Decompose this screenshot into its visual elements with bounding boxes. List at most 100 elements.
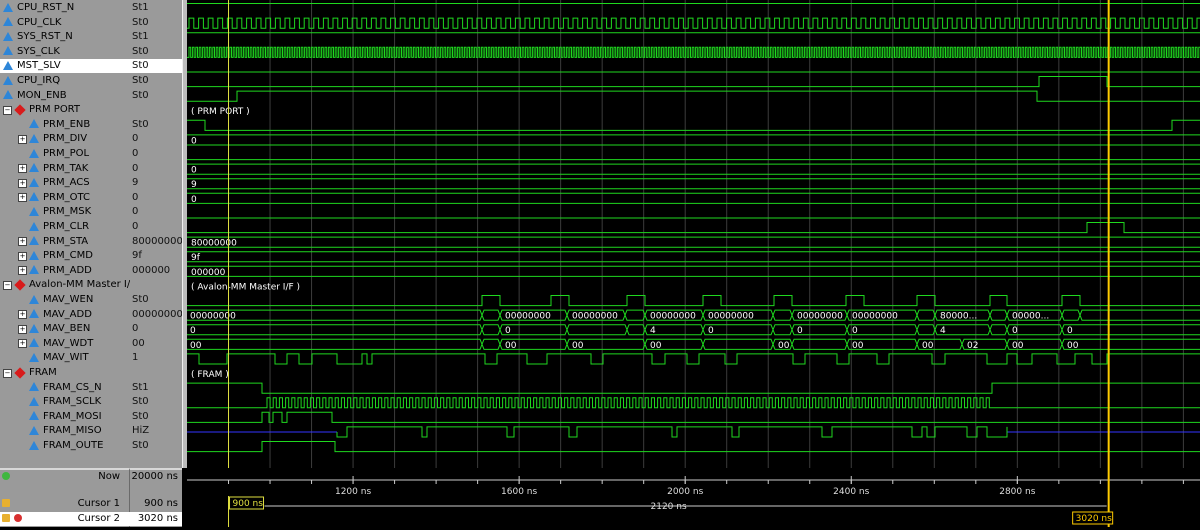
signal-row-fram-sclk[interactable]: FRAM_SCLK (0, 395, 130, 409)
signal-name: PRM_DIV (43, 133, 88, 145)
expand-icon[interactable]: + (18, 193, 27, 203)
signal-value (130, 103, 182, 117)
signal-row-mav-wdt[interactable]: + MAV_WDT (0, 337, 130, 351)
signal-row-mav-ben[interactable]: + MAV_BEN (0, 322, 130, 336)
signal-icon (29, 265, 39, 275)
wave-mav-ben-segment (626, 324, 646, 336)
signal-row-mav-wit[interactable]: MAV_WIT (0, 351, 130, 365)
signal-row-prm-tak[interactable]: + PRM_TAK (0, 162, 130, 176)
signal-row-prm-port[interactable]: − PRM PORT (0, 103, 130, 117)
add-cursor-icon[interactable] (2, 472, 10, 480)
signal-row-prm-msk[interactable]: PRM_MSK (0, 205, 130, 219)
cursor1-label: Cursor 1 (77, 498, 120, 509)
signal-name: FRAM_MOSI (43, 410, 102, 422)
timeline-tick-label: 2000 ns (667, 487, 703, 497)
signal-name: MAV_WIT (43, 352, 89, 364)
collapse-icon[interactable]: − (3, 368, 12, 378)
expand-icon[interactable]: + (18, 134, 27, 144)
wave-mav-wdt-value: 02 (967, 341, 978, 351)
signal-name: MAV_BEN (43, 323, 91, 335)
wave-mav-wdt-segment (702, 338, 774, 350)
signal-row-sys-clk[interactable]: SYS_CLK (0, 45, 130, 59)
signal-row-cpu-rst-n[interactable]: CPU_RST_N (0, 1, 130, 15)
signal-value-pane: St1 St0 St1 St0 St0 St0 St0 St0 0 0 0 9 0 0 0 80000000 9… (130, 0, 184, 468)
signal-icon (3, 31, 13, 41)
wave-prm-sta-value: 80000000 (191, 239, 237, 249)
signal-row-prm-pol[interactable]: PRM_POL (0, 147, 130, 161)
signal-row-prm-div[interactable]: + PRM_DIV (0, 132, 130, 146)
timeline-tick-label: 2800 ns (999, 487, 1035, 497)
timeline-canvas[interactable]: 1200 ns 1600 ns 2000 ns 2400 ns 2800 ns 900 n… (187, 468, 1200, 527)
signal-row-sys-rst-n[interactable]: SYS_RST_N (0, 30, 130, 44)
signal-row-prm-cmd[interactable]: + PRM_CMD (0, 249, 130, 263)
signal-icon (29, 163, 39, 173)
signal-row-mon-enb[interactable]: MON_ENB (0, 89, 130, 103)
wave-mav-wdt-value: 00 (1067, 341, 1079, 351)
collapse-icon[interactable]: − (3, 280, 12, 290)
signal-name: PRM_OTC (43, 191, 90, 203)
wave-mav-add-value: 00000000 (505, 312, 551, 322)
signal-name: FRAM_SCLK (43, 396, 102, 408)
collapse-icon[interactable]: − (3, 105, 12, 115)
expand-icon[interactable]: + (18, 339, 27, 349)
signal-row-prm-acs[interactable]: + PRM_ACS (0, 176, 130, 190)
cursor1-tag: 900 ns (233, 499, 264, 509)
signal-row-fram-oute[interactable]: FRAM_OUTE (0, 439, 130, 453)
expand-icon[interactable]: + (18, 266, 27, 276)
wave-mav-add-value: 00000000 (708, 312, 754, 322)
timeline-tick-label: 2400 ns (833, 487, 869, 497)
wave-mon-enb (187, 90, 1200, 102)
wave-prm-tak-value: 0 (191, 166, 197, 176)
wave-mav-wdt-value: 00 (190, 341, 202, 351)
signal-row-fram[interactable]: − FRAM (0, 366, 130, 380)
wave-mav-ben-value: 4 (650, 326, 656, 336)
signal-icon (29, 323, 39, 333)
wave-fram-mosi (187, 411, 1200, 423)
expand-icon[interactable]: + (18, 310, 27, 320)
wave-fram-oute (187, 441, 1200, 453)
signal-row-prm-add[interactable]: + PRM_ADD (0, 264, 130, 278)
signal-icon (29, 294, 39, 304)
wave-mav-add-value: 00000000 (797, 312, 843, 322)
signal-value: 00000000 (132, 308, 183, 320)
timeline-pane[interactable]: 1200 ns 1600 ns 2000 ns 2400 ns 2800 ns 900 n… (187, 468, 1200, 527)
signal-row-prm-otc[interactable]: + PRM_OTC (0, 191, 130, 205)
signal-row-mst-slv[interactable]: MST_SLV (0, 59, 130, 74)
signal-icon (29, 425, 39, 435)
signal-value: 00 (132, 337, 145, 349)
signal-row-prm-sta[interactable]: + PRM_STA (0, 235, 130, 249)
wave-mav-wdt-segment (481, 338, 501, 350)
signal-row-fram-cs-n[interactable]: FRAM_CS_N (0, 381, 130, 395)
signal-row-prm-enb[interactable]: PRM_ENB (0, 118, 130, 132)
expand-icon[interactable]: + (18, 251, 27, 261)
wave-mav-wdt-value: 00 (650, 341, 662, 351)
signal-row-fram-miso[interactable]: FRAM_MISO (0, 424, 130, 438)
expand-icon[interactable]: + (18, 164, 27, 174)
wave-mav-wen (187, 295, 1200, 307)
expand-icon[interactable]: + (18, 178, 27, 188)
signal-value: 0 (132, 148, 139, 159)
waveform-pane[interactable]: ( PRM PORT ) 0 0 9 0 80000000 9f 000000( Avalon… (187, 0, 1200, 468)
signal-name: PRM_ENB (43, 118, 91, 130)
signal-row-mav-add[interactable]: + MAV_ADD (0, 308, 130, 322)
expand-icon[interactable]: + (18, 324, 27, 334)
signal-row-avalon-mm-master-i-f[interactable]: − Avalon-MM Master I/F (0, 278, 136, 292)
signal-name: FRAM (29, 367, 57, 378)
expand-icon[interactable]: + (18, 237, 27, 247)
cursor2-row[interactable]: Cursor 2 (0, 512, 130, 526)
waveform-canvas[interactable]: ( PRM PORT )0090800000009f000000( Avalon… (187, 0, 1200, 468)
signal-row-cpu-clk[interactable]: CPU_CLK (0, 16, 130, 30)
wave-mav-add-value: 00000000 (852, 312, 898, 322)
lock-icon[interactable] (2, 514, 10, 522)
remove-cursor-icon[interactable] (14, 514, 23, 522)
signal-row-prm-clr[interactable]: PRM_CLR (0, 220, 130, 234)
signal-icon (29, 411, 39, 421)
wave-mav-ben-value: 0 (505, 326, 511, 336)
lock-icon[interactable] (2, 499, 10, 507)
signal-value: 0 (132, 162, 139, 174)
signal-row-fram-mosi[interactable]: FRAM_MOSI (0, 410, 130, 424)
signal-row-mav-wen[interactable]: MAV_WEN (0, 293, 130, 307)
cursor-value-pane: 20000 ns 900 ns 3020 ns (130, 468, 182, 527)
signal-row-cpu-irq[interactable]: CPU_IRQ (0, 74, 130, 88)
wave-mav-ben-value: 0 (852, 326, 858, 336)
